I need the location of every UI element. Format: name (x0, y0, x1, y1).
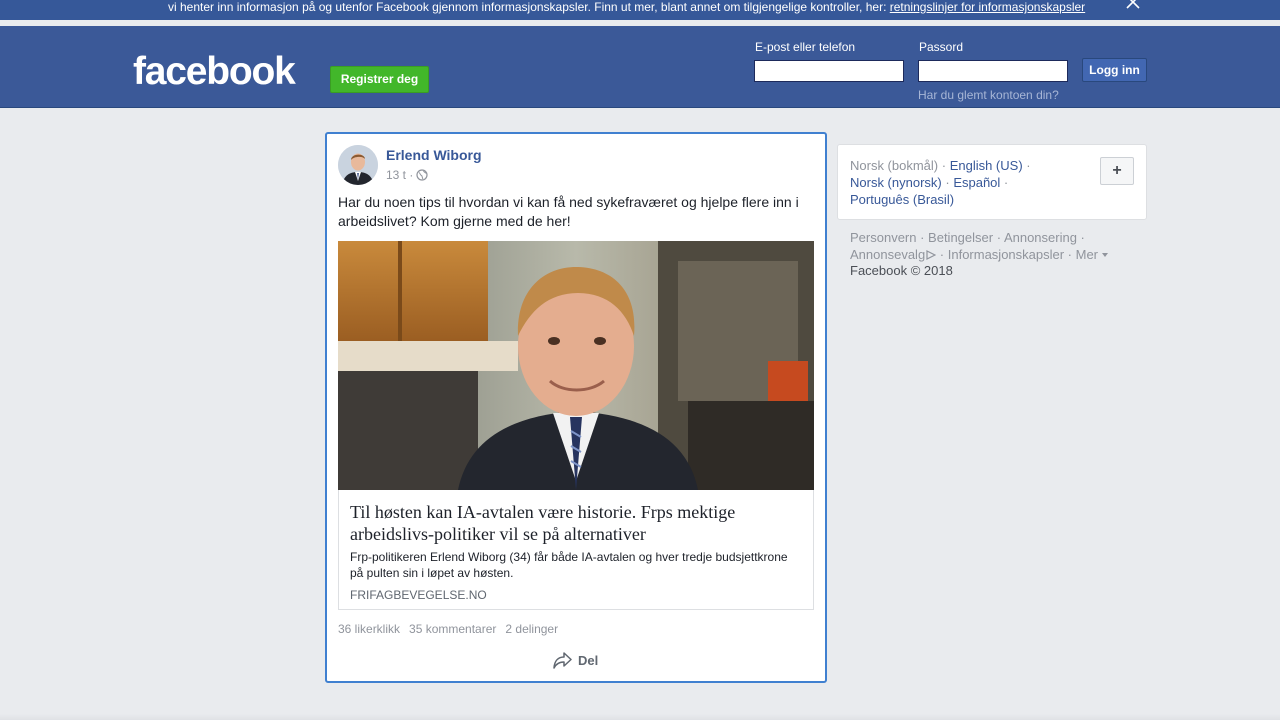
password-label: Passord (919, 40, 964, 54)
link-description: Frp-politikeren Erlend Wiborg (34) får b… (350, 550, 788, 580)
shares-count[interactable]: 2 delinger (505, 622, 558, 636)
language-portugues-brasil[interactable]: Português (Brasil) (850, 192, 954, 207)
login-button[interactable]: Logg inn (1082, 58, 1147, 82)
footer-link-adchoices[interactable]: Annonsevalg (850, 247, 937, 262)
current-language: Norsk (bokmål) (850, 158, 939, 173)
facebook-logo[interactable]: facebook (133, 50, 296, 94)
language-selector: Norsk (bokmål) · English (US) · Norsk (n… (837, 144, 1147, 220)
comments-count[interactable]: 35 kommentarer (409, 622, 496, 636)
add-language-button[interactable]: + (1100, 157, 1134, 185)
footer-link-terms[interactable]: Betingelser (928, 230, 993, 245)
avatar-image (338, 145, 378, 185)
share-label: Del (578, 653, 599, 668)
cookie-banner: vi henter inn informasjon på og utenfor … (0, 0, 1280, 20)
adchoices-icon (926, 250, 937, 260)
share-arrow-icon (553, 652, 572, 669)
avatar[interactable] (338, 145, 378, 185)
post-timestamp[interactable]: 13 t · (386, 168, 413, 182)
email-label: E-post eller telefon (755, 40, 856, 54)
forgot-account-link[interactable]: Har du glemt kontoen din? (918, 88, 1059, 102)
language-list: Norsk (bokmål) · English (US) · Norsk (n… (850, 158, 1031, 207)
author-name[interactable]: Erlend Wiborg (386, 147, 482, 163)
likes-count[interactable]: 36 likerklikk (338, 622, 400, 636)
link-preview-card[interactable]: Til høsten kan IA-avtalen være historie.… (338, 490, 814, 610)
footer-link-cookies[interactable]: Informasjonskapsler (948, 247, 1064, 262)
footer-link-more[interactable]: Mer (1076, 247, 1108, 262)
globe-icon[interactable] (416, 169, 428, 181)
link-domain: FRIFAGBEVEGELSE.NO (350, 588, 487, 602)
post-meta: 13 t · (386, 168, 428, 182)
portrait-photo (338, 241, 814, 490)
cookie-policy-link[interactable]: retningslinjer for informasjonskapsler (890, 0, 1085, 14)
dropdown-caret-icon (1101, 253, 1108, 257)
page-bottom-divider (0, 714, 1280, 720)
email-field[interactable] (754, 60, 904, 82)
footer-link-advertising[interactable]: Annonsering (1004, 230, 1077, 245)
language-espanol[interactable]: Español (953, 175, 1000, 190)
link-preview-image[interactable] (338, 241, 814, 490)
close-icon[interactable] (1124, 0, 1142, 10)
language-english-us[interactable]: English (US) (950, 158, 1023, 173)
footer-link-privacy[interactable]: Personvern (850, 230, 916, 245)
register-button[interactable]: Registrer deg (330, 66, 429, 93)
post-card: Erlend Wiborg 13 t · Har du noen tips ti… (325, 132, 827, 683)
language-norsk-nynorsk[interactable]: Norsk (nynorsk) (850, 175, 942, 190)
cookie-banner-message: vi henter inn informasjon på og utenfor … (168, 0, 890, 14)
post-text: Har du noen tips til hvordan vi kan få n… (338, 194, 799, 229)
copyright: Facebook © 2018 (850, 263, 953, 278)
password-field[interactable] (918, 60, 1068, 82)
link-title[interactable]: Til høsten kan IA-avtalen være historie.… (350, 501, 800, 545)
post-stats: 36 likerklikk 35 kommentarer 2 delinger (338, 622, 558, 636)
footer-links: Personvern · Betingelser · Annonsering ·… (850, 229, 1120, 263)
cookie-banner-text: vi henter inn informasjon på og utenfor … (168, 0, 1085, 14)
top-header: facebook Registrer deg E-post eller tele… (0, 26, 1280, 108)
share-button[interactable]: Del (553, 652, 598, 669)
